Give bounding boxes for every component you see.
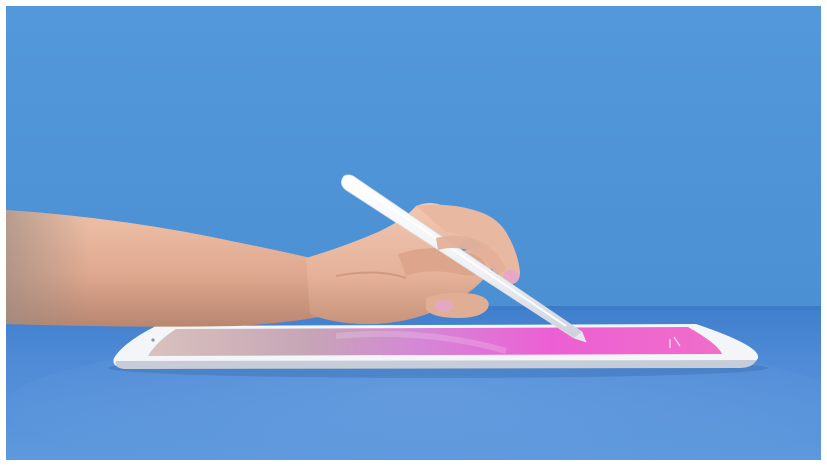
lower-fingernail xyxy=(435,300,453,312)
tablet-edge xyxy=(115,360,756,369)
stylus-drawing-photo xyxy=(6,6,821,460)
photo-frame xyxy=(6,6,821,460)
tablet xyxy=(113,324,759,369)
tablet-camera xyxy=(151,338,155,342)
tablet-screen xyxy=(148,327,722,356)
